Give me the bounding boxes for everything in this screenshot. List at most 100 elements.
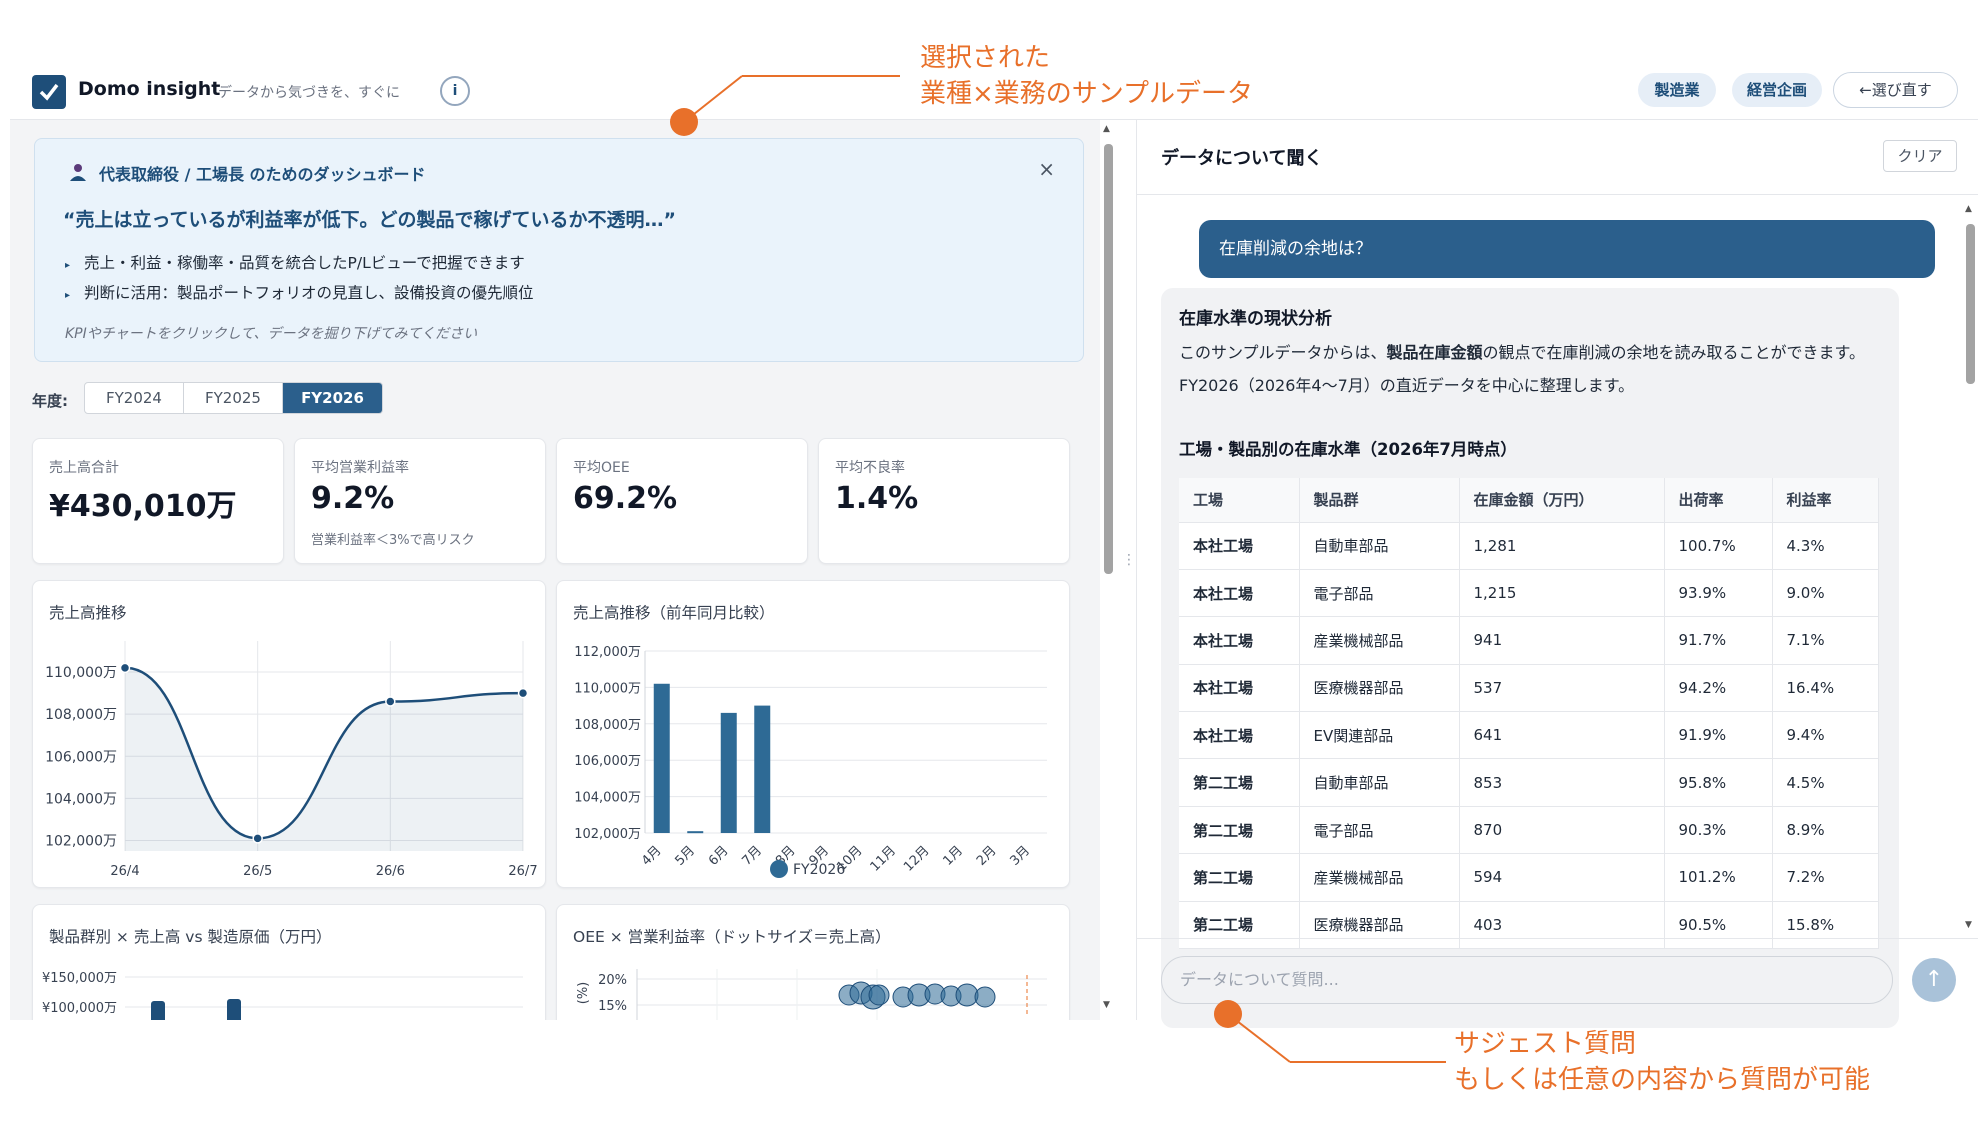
table-header: 利益率 <box>1772 478 1879 523</box>
fy-option[interactable]: FY2024 <box>85 383 184 413</box>
legend-marker <box>770 860 788 878</box>
reselect-button[interactable]: ←選び直す <box>1833 72 1958 108</box>
table-cell: 94.2% <box>1664 664 1773 713</box>
sales-trend-card[interactable]: 売上高推移 110,000万 108,000万 106,000万 104,000万 10… <box>32 580 546 888</box>
table-cell: 95.8% <box>1664 758 1773 807</box>
answer-text: このサンプルデータからは、製品在庫金額の観点で在庫削減の余地を読み取ることができ… <box>1179 343 1865 395</box>
banner-bullet: ▸ 判断に活用：製品ポートフォリオの見直し、設備投資の優先順位 <box>65 284 534 302</box>
table-cell: 1,215 <box>1459 569 1665 618</box>
inventory-table: 工場 製品群 在庫金額（万円） 出荷率 利益率 本社工場 自動車部品 1,281 10… <box>1179 478 1879 950</box>
legend-label: FY2026 <box>793 862 845 878</box>
x-tick-label: 5月 <box>672 843 698 869</box>
bar <box>151 1001 165 1020</box>
kpi-card-margin[interactable]: 平均営業利益率 9.2% 営業利益率＜3%で高リスク <box>294 438 546 564</box>
brand-name: Domo insight <box>78 78 221 100</box>
table-row: 本社工場 医療機器部品 537 94.2% 16.4% <box>1179 664 1879 713</box>
divider <box>1137 938 1978 939</box>
table-cell: 電子部品 <box>1299 569 1460 618</box>
table-cell: 本社工場 <box>1179 664 1300 713</box>
data-point <box>868 984 890 1006</box>
sales-trend-chart[interactable]: 110,000万 108,000万 106,000万 104,000万 102,000万… <box>33 581 547 889</box>
oee-margin-card[interactable]: OEE × 営業利益率（ドットサイズ＝売上高） (%) 20% 15% <box>556 904 1070 1020</box>
x-tick-label: 2月 <box>974 843 1000 869</box>
chat-pane: データについて聞く クリア 在庫削減の余地は？ 在庫水準の現状分析 このサンプル… <box>1136 120 1978 1028</box>
kpi-note: 営業利益率＜3%で高リスク <box>311 533 475 548</box>
table-cell: EV関連部品 <box>1299 711 1460 760</box>
table-heading: 工場・製品別の在庫水準（2026年7月時点） <box>1179 440 1517 459</box>
x-tick-label: 4月 <box>639 843 665 869</box>
table-row: 本社工場 自動車部品 1,281 100.7% 4.3% <box>1179 522 1879 570</box>
product-cost-card[interactable]: 製品群別 × 売上高 vs 製造原価（万円） ¥150,000万 ¥100,000… <box>32 904 546 1020</box>
brand-tagline: データから気づきを、すぐに <box>218 85 400 101</box>
y-tick-label: 104,000万 <box>574 791 641 806</box>
scroll-thumb[interactable] <box>1966 224 1975 384</box>
banner-bullet: ▸ 売上・利益・稼働率・品質を統合したP/Lビューで把握できます <box>65 254 525 272</box>
product-cost-chart[interactable]: ¥150,000万 ¥100,000万 <box>33 905 547 1020</box>
scroll-down-icon[interactable]: ▼ <box>1103 1000 1110 1010</box>
chat-scrollbar[interactable]: ▲ ▼ <box>1961 204 1977 936</box>
y-tick-label: 108,000万 <box>45 707 117 723</box>
industry-tag[interactable]: 製造業 <box>1638 73 1716 107</box>
oee-margin-chart[interactable]: (%) 20% 15% <box>557 905 1071 1020</box>
table-cell: 本社工場 <box>1179 711 1300 760</box>
fiscal-year-label: 年度: <box>32 392 68 410</box>
check-logo-icon <box>32 75 66 109</box>
send-button[interactable]: ↑ <box>1912 958 1956 1002</box>
person-icon <box>70 164 86 181</box>
x-tick-label: 1月 <box>940 843 966 869</box>
table-cell: 自動車部品 <box>1299 522 1460 570</box>
table-cell: 本社工場 <box>1179 522 1300 570</box>
close-icon[interactable]: × <box>1038 157 1055 181</box>
resize-handle-icon[interactable]: ⋮ <box>1122 553 1136 567</box>
y-tick-label: 104,000万 <box>45 791 117 807</box>
y-tick-label: ¥100,000万 <box>42 1001 117 1016</box>
scroll-up-icon[interactable]: ▲ <box>1965 204 1972 214</box>
sales-yoy-chart[interactable]: 112,000万 110,000万 108,000万 106,000万 104,000万… <box>557 581 1071 889</box>
table-cell: 594 <box>1459 853 1665 902</box>
data-point <box>119 662 131 674</box>
banner-heading: 代表取締役 / 工場長 のためのダッシュボード <box>99 165 426 184</box>
table-row: 第二工場 自動車部品 853 95.8% 4.5% <box>1179 758 1879 807</box>
table-cell: 16.4% <box>1772 664 1879 713</box>
table-row: 第二工場 産業機械部品 594 101.2% 7.2% <box>1179 853 1879 902</box>
table-cell: 産業機械部品 <box>1299 853 1460 902</box>
table-cell: 本社工場 <box>1179 616 1300 665</box>
x-tick-label: 3月 <box>1007 843 1033 869</box>
fy-option[interactable]: FY2025 <box>184 383 283 413</box>
y-tick-label: 20% <box>598 973 627 988</box>
table-cell: 第二工場 <box>1179 806 1300 855</box>
dashboard-pane: 代表取締役 / 工場長 のためのダッシュボード × “売上は立っているが利益率が… <box>10 120 1108 1020</box>
table-header: 製品群 <box>1299 478 1460 523</box>
clear-button[interactable]: クリア <box>1883 140 1957 172</box>
kpi-value: ¥430,010万 <box>49 489 237 524</box>
x-tick-label: 26/5 <box>243 864 272 879</box>
data-point <box>252 833 263 844</box>
kpi-card-sales[interactable]: 売上高合計 ¥430,010万 <box>32 438 284 564</box>
fy-option-selected[interactable]: FY2026 <box>283 383 382 413</box>
assistant-answer: 在庫水準の現状分析 このサンプルデータからは、製品在庫金額の観点で在庫削減の余地… <box>1161 288 1899 1028</box>
table-header: 出荷率 <box>1664 478 1773 523</box>
kpi-card-oee[interactable]: 平均OEE 69.2% <box>556 438 808 564</box>
dashboard-scrollbar[interactable]: ▲ ▼ <box>1100 120 1116 1020</box>
scroll-up-icon[interactable]: ▲ <box>1103 124 1110 134</box>
table-cell: 91.7% <box>1664 616 1773 665</box>
question-input[interactable]: データについて質問... <box>1161 956 1893 1004</box>
table-cell: 870 <box>1459 806 1665 855</box>
table-row: 第二工場 電子部品 870 90.3% 8.9% <box>1179 806 1879 855</box>
pain-quote: “売上は立っているが利益率が低下。どの製品で稼げているか不透明…” <box>63 209 677 231</box>
table-cell: 8.9% <box>1772 806 1879 855</box>
info-icon[interactable]: i <box>440 76 470 106</box>
table-cell: 本社工場 <box>1179 569 1300 618</box>
bar <box>754 705 771 833</box>
kpi-value: 9.2% <box>311 481 395 516</box>
x-tick-label: 26/7 <box>508 864 537 879</box>
y-tick-label: 110,000万 <box>574 681 641 696</box>
kpi-card-defect[interactable]: 平均不良率 1.4% <box>818 438 1070 564</box>
function-tag[interactable]: 経営企画 <box>1732 73 1822 107</box>
scroll-thumb[interactable] <box>1104 144 1113 574</box>
annotation-bottom: サジェスト質問 もしくは任意の内容から質問が可能 <box>1454 1029 1871 1095</box>
sales-yoy-card[interactable]: 売上高推移（前年同月比較） 112,000万 110,000万 108,000万 10… <box>556 580 1070 888</box>
table-cell: 90.3% <box>1664 806 1773 855</box>
scroll-down-icon[interactable]: ▼ <box>1965 920 1972 930</box>
y-tick-label: 110,000万 <box>45 665 117 681</box>
